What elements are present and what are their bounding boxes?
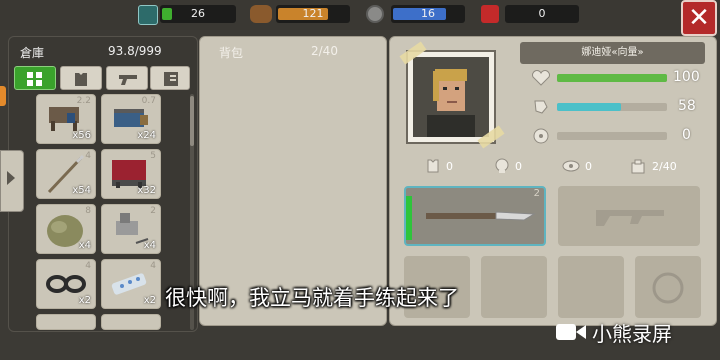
item-weight: 2.2 [76,96,91,106]
storage-slot-toolbox[interactable]: 0.7 x24 [101,94,161,144]
eye-icon [562,158,580,174]
storage-scroll-thumb[interactable] [190,96,194,146]
hunger-value: 58 [678,98,696,114]
melee-weapon-slot[interactable]: 2 [404,186,546,246]
item-count: x2 [78,295,91,306]
item-count: x56 [72,130,91,141]
storage-slot-partial[interactable] [36,314,96,330]
gear-icon [366,5,384,23]
armor-icon [425,158,441,174]
item-weight: 2 [150,206,156,216]
weapon-durability-bar [406,196,412,240]
armor-value: 0 [446,160,453,173]
item-count: x32 [137,185,156,196]
item-count: x4 [143,240,156,251]
side-expand-tab[interactable] [0,150,24,212]
edge-indicator [0,86,6,106]
stomach-icon [532,99,550,115]
storage-slot-partial[interactable] [101,314,161,330]
top-resource-bar [0,0,720,30]
item-weight: 8 [85,206,91,216]
radiation-value: 0 [682,127,691,143]
gun-icon [119,75,137,85]
hunger-bar [557,103,667,111]
item-weight: 4 [150,261,156,271]
health-bar [557,74,667,82]
gift-bar: 0 [505,5,579,23]
wood-bar: 121 [276,5,350,23]
helmet-icon [652,272,684,304]
gear-value: 16 [421,7,435,20]
gift-icon [481,5,499,23]
arrow-right-icon [7,171,15,185]
storage-slot-parts[interactable]: 2 x4 [101,204,161,254]
backpack-title: 背包 [219,46,244,60]
close-button[interactable]: ✕ [681,0,717,36]
weapon-weight: 2 [533,188,540,199]
storage-slot-pills[interactable]: 4 x2 [101,259,161,309]
battery-icon [138,5,158,25]
knife-icon [426,211,536,221]
filter-all-button[interactable] [14,66,56,90]
wood-value: 121 [302,7,324,20]
camera-icon [556,322,586,342]
filter-list-button[interactable] [150,66,190,90]
equip-slot-2[interactable] [481,256,547,318]
ranged-weapon-slot[interactable] [558,186,700,246]
armor-icon [75,73,87,86]
item-count: x54 [72,185,91,196]
character-portrait [406,50,496,144]
list-icon [164,72,178,86]
grid-icon [27,72,42,86]
wood-icon [250,5,272,23]
item-count: x2 [143,295,156,306]
gift-value: 0 [538,7,546,20]
eye-value: 0 [585,160,592,173]
storage-slot-spear[interactable]: 4 x54 [36,149,96,199]
storage-slot-workbench[interactable]: 2.2 x56 [36,94,96,144]
storage-slot-red-crate[interactable]: 5 x32 [101,149,161,199]
radiation-icon [532,128,550,144]
skull-value: 0 [515,160,522,173]
skull-icon [494,158,510,174]
weight-icon [630,158,646,174]
video-subtitle: 很快啊，我立马就着手练起来了 [165,286,459,310]
radiation-bar [557,132,667,140]
energy-bar: 26 [160,5,236,23]
filter-gun-button[interactable] [106,66,148,90]
item-weight: 4 [85,151,91,161]
energy-value: 26 [191,7,205,20]
storage-capacity: 93.8/999 [108,44,162,58]
item-count: x24 [137,130,156,141]
character-avatar [413,57,489,137]
storage-slot-sack[interactable]: 8 x4 [36,204,96,254]
storage-title: 倉庫 [20,46,45,60]
character-name: 娜迪娅«向量» [520,42,705,64]
gear-bar: 16 [391,5,465,23]
rifle-icon [596,210,664,226]
weight-value: 2/40 [652,160,677,173]
heart-icon [532,70,550,86]
item-count: x4 [78,240,91,251]
item-weight: 5 [150,151,156,161]
item-weight: 4 [85,261,91,271]
backpack-capacity: 2/40 [311,44,338,58]
health-value: 100 [673,69,700,85]
filter-armor-button[interactable] [60,66,102,90]
recorder-watermark: 小熊录屏 [592,322,672,346]
helmet-slot[interactable] [635,256,701,318]
item-weight: 0.7 [141,96,156,106]
equip-slot-3[interactable] [558,256,624,318]
storage-slot-goggles[interactable]: 4 x2 [36,259,96,309]
